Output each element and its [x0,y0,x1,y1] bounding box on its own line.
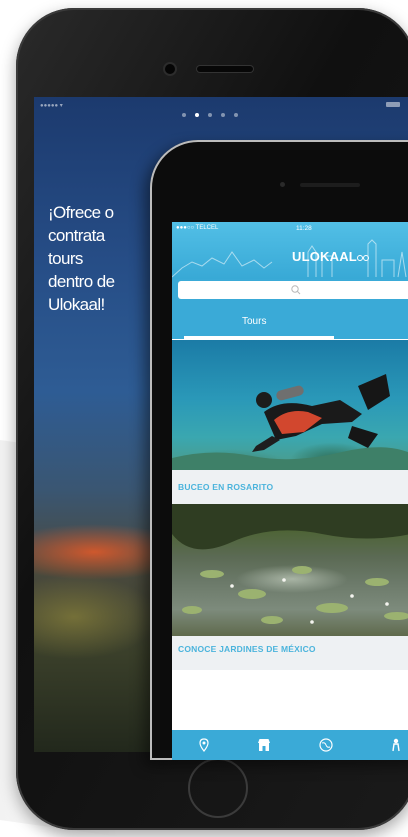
page-dot[interactable] [234,113,238,117]
scuba-diver-illustration [172,374,408,470]
page-dot[interactable] [221,113,225,117]
app-logo: ULOKAAL [292,249,357,264]
app-header: ●●●○○ TELCEL 11:28 ULOKAAL [172,222,408,279]
tour-card-title-bar[interactable]: CONOCE JARDINES DE MÉXICO [172,636,408,670]
garden-lily-pond-illustration [172,504,408,624]
search-icon [291,285,301,295]
page-dot[interactable] [182,113,186,117]
outer-status-bar: ●●●●● ▾ [40,103,63,109]
search-input[interactable] [178,281,408,299]
front-camera [165,64,175,74]
tab-selected-indicator [184,336,334,339]
globe-icon[interactable] [318,737,334,753]
battery-icon [386,102,400,107]
page-dot-active[interactable] [195,113,199,117]
page-indicator[interactable] [182,113,238,117]
search-row [172,279,408,309]
tour-card-title: BUCEO EN ROSARITO [178,482,274,492]
earpiece-speaker [197,66,253,72]
bottom-nav [172,730,408,760]
inner-phone-frame: ●●●○○ TELCEL 11:28 ULOKAAL Tours BUCEO E… [150,140,408,760]
home-button[interactable] [188,758,248,818]
person-icon[interactable] [388,737,404,753]
store-icon[interactable] [256,737,272,753]
inner-earpiece-speaker [300,183,360,187]
tour-card-image-diving[interactable] [172,340,408,470]
location-pin-icon[interactable] [196,737,212,753]
status-time: 11:28 [296,225,312,232]
tour-card-title: CONOCE JARDINES DE MÉXICO [178,644,316,654]
tour-card-title-bar[interactable]: BUCEO EN ROSARITO [172,470,408,504]
tabs-bar: Tours [172,309,408,339]
app-screen: ●●●○○ TELCEL 11:28 ULOKAAL Tours BUCEO E… [172,222,408,760]
page-dot[interactable] [208,113,212,117]
inner-front-camera [280,182,285,187]
tab-tours[interactable]: Tours [242,316,266,327]
promo-tagline: ¡Ofrece o contrata tours dentro de Uloka… [48,203,115,314]
tour-card-image-garden[interactable] [172,504,408,636]
status-carrier: ●●●○○ TELCEL [176,225,219,231]
